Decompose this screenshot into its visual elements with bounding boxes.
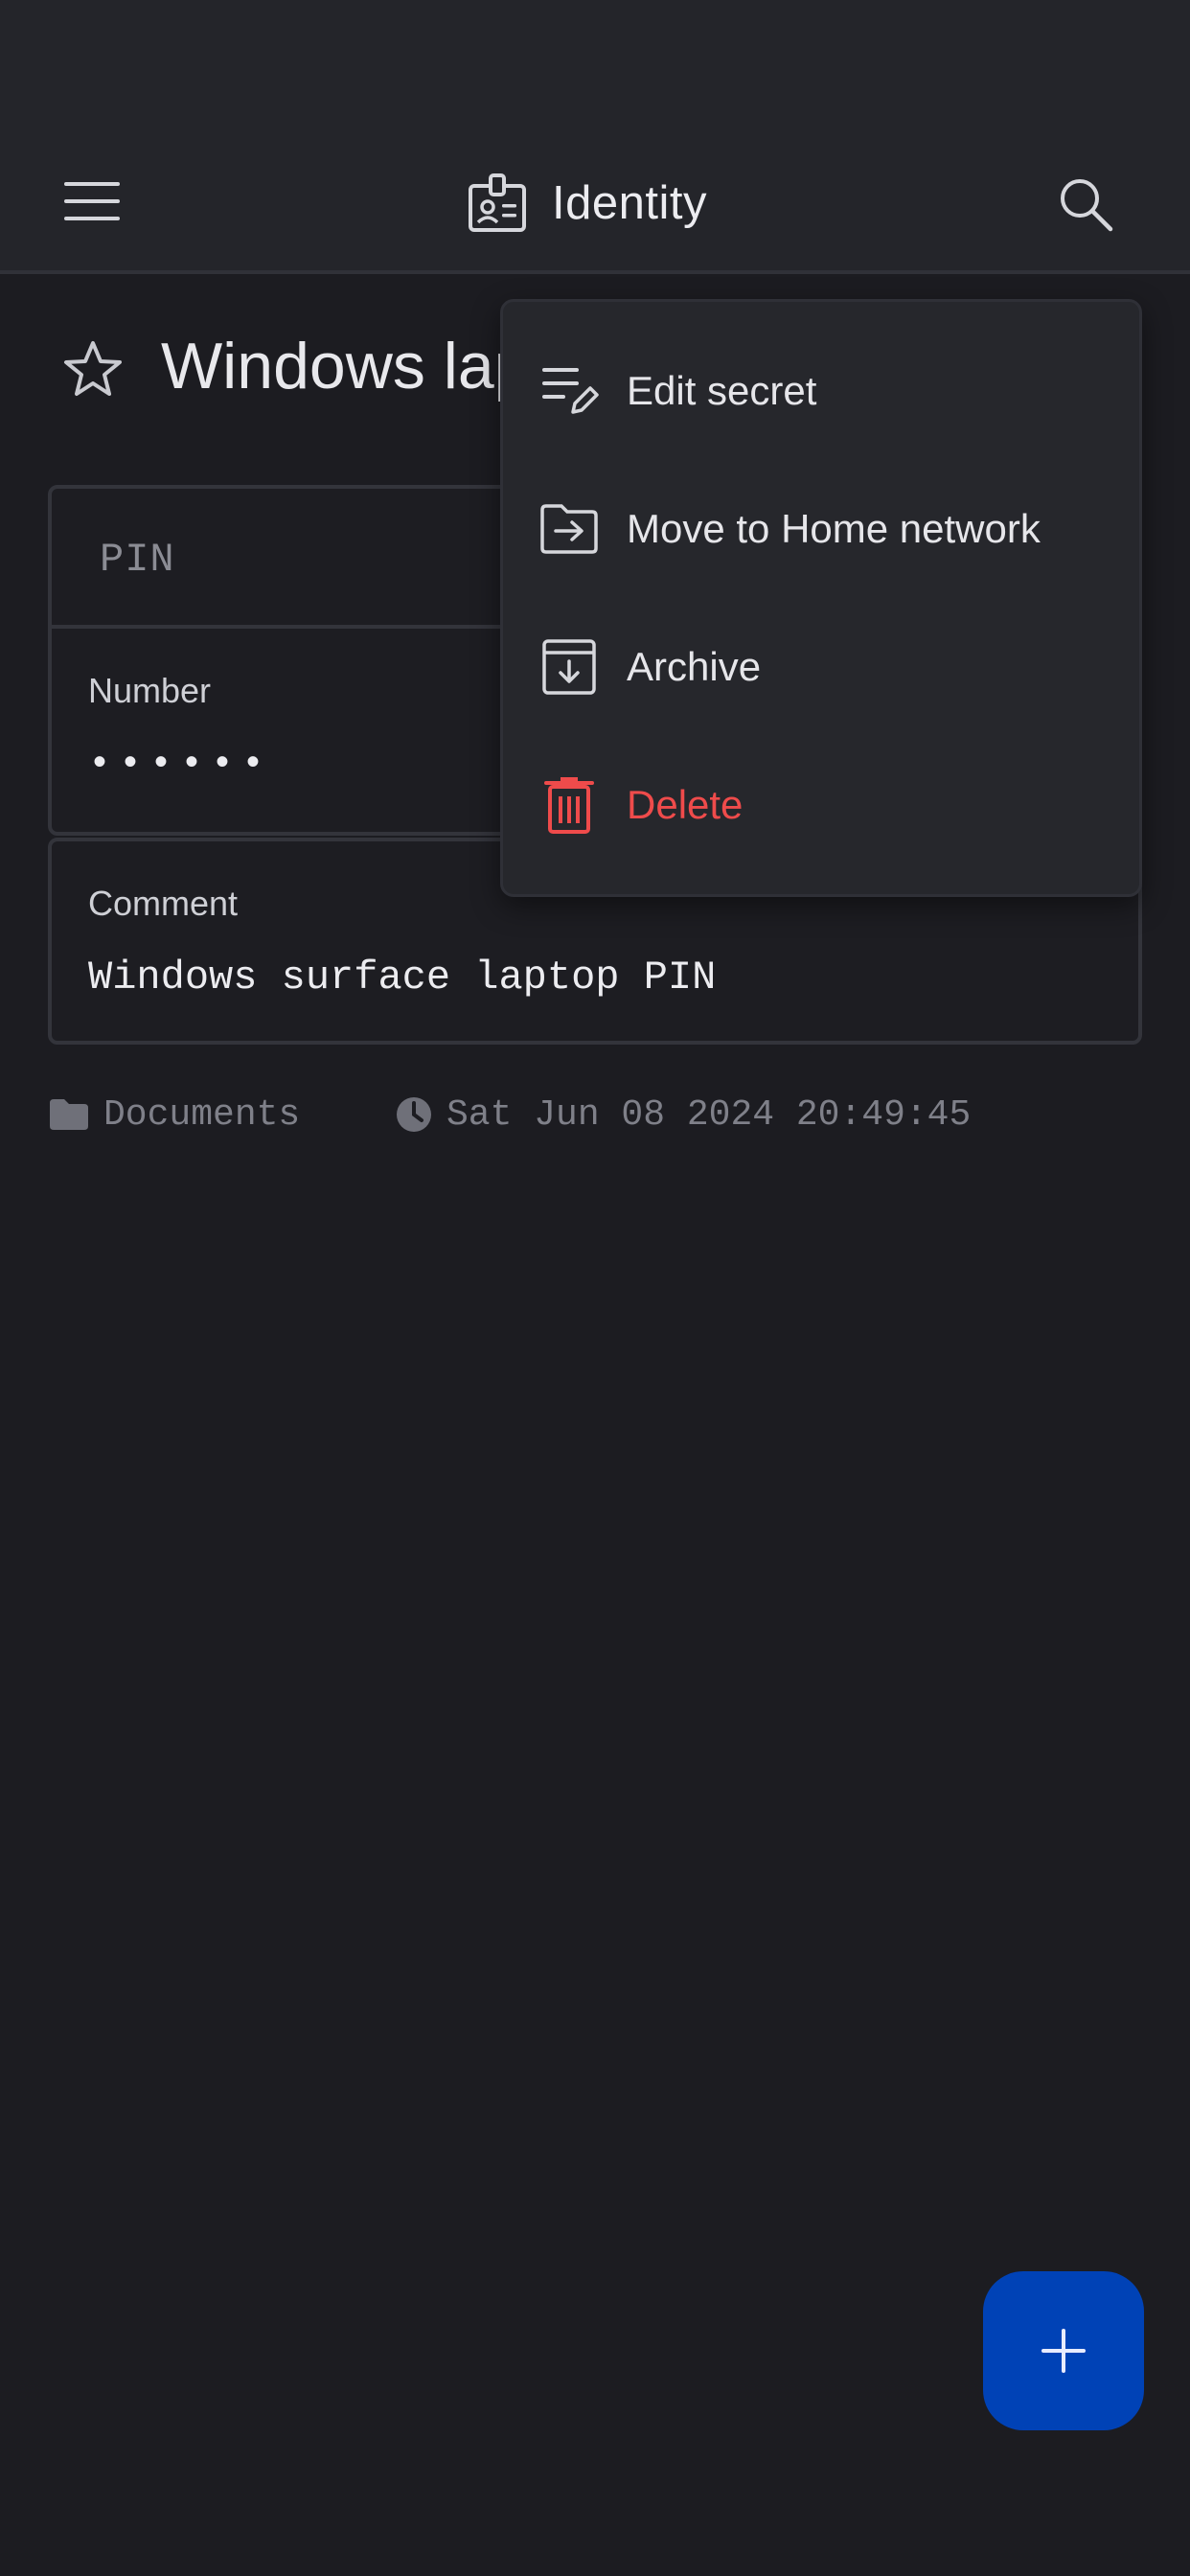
number-field-label: Number bbox=[88, 671, 212, 710]
search-icon bbox=[1061, 179, 1113, 232]
archive-icon bbox=[538, 636, 600, 698]
menu-item-label: Delete bbox=[627, 782, 744, 827]
app-title: Identity bbox=[468, 169, 707, 238]
star-outline-icon bbox=[64, 341, 122, 396]
comment-field-value[interactable]: Windows surface laptop PIN bbox=[88, 954, 716, 1000]
top-app-bar: Identity bbox=[0, 0, 1190, 274]
menu-item-label: Edit secret bbox=[627, 368, 817, 413]
favorite-toggle[interactable] bbox=[59, 335, 126, 402]
comment-field-label: Comment bbox=[88, 884, 239, 923]
menu-item-label: Move to Home network bbox=[627, 506, 1041, 551]
number-field-value[interactable]: •••••• bbox=[88, 744, 272, 787]
menu-item-edit-secret[interactable]: Edit secret bbox=[500, 322, 1142, 460]
clock-icon bbox=[397, 1097, 431, 1132]
edit-note-icon bbox=[538, 360, 600, 422]
menu-item-label: Archive bbox=[627, 644, 762, 689]
add-button[interactable] bbox=[983, 2271, 1144, 2430]
menu-button[interactable] bbox=[57, 172, 126, 230]
secret-type-label: PIN bbox=[100, 537, 175, 583]
timestamp-text: Sat Jun 08 2024 20:49:45 bbox=[446, 1093, 972, 1136]
app-root: Identity Windows laptop PIN PIN Number •… bbox=[0, 0, 1190, 2576]
folder-icon bbox=[50, 1099, 88, 1130]
folder-meta[interactable]: Documents bbox=[48, 1091, 300, 1138]
app-title-label: Identity bbox=[552, 177, 707, 229]
hamburger-menu-icon bbox=[64, 182, 120, 220]
trash-icon bbox=[538, 774, 600, 836]
folder-move-icon bbox=[538, 498, 600, 560]
plus-icon bbox=[1041, 2329, 1086, 2373]
menu-item-delete[interactable]: Delete bbox=[500, 736, 1142, 874]
search-button[interactable] bbox=[1050, 169, 1121, 240]
id-badge-icon bbox=[469, 173, 526, 232]
timestamp-meta: Sat Jun 08 2024 20:49:45 bbox=[395, 1091, 971, 1138]
folder-name: Documents bbox=[103, 1093, 301, 1136]
menu-item-archive[interactable]: Archive bbox=[500, 598, 1142, 736]
menu-item-move-folder[interactable]: Move to Home network bbox=[500, 460, 1142, 598]
